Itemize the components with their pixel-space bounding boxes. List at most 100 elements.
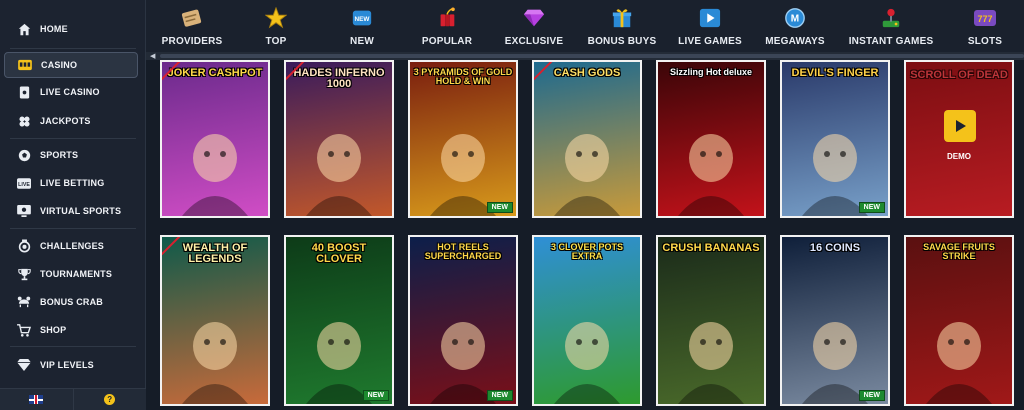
demo-label: DEMO (947, 152, 971, 161)
sidebar-item-live-betting[interactable]: LIVE LIVE BETTING (4, 170, 138, 196)
slots-777-icon: 777 (973, 6, 997, 30)
tab-label: PROVIDERS (161, 36, 223, 47)
game-character-art (182, 322, 248, 404)
help-icon: ? (104, 394, 116, 405)
tab-bonus-buys[interactable]: BONUS BUYS (587, 6, 657, 48)
cart-icon (16, 322, 32, 338)
tab-providers[interactable]: PROVIDERS (161, 6, 223, 48)
sidebar-item-label: CASINO (41, 60, 78, 70)
game-tile[interactable]: 3 CLOVER POTS EXTRA (532, 235, 642, 406)
game-tile[interactable]: HOT REELS SUPERCHARGED NEW (408, 235, 518, 406)
game-character-art (802, 134, 868, 216)
game-title: HADES INFERNO 1000 (293, 67, 385, 90)
new-badge: NEW (486, 390, 513, 401)
tab-top[interactable]: TOP (258, 6, 294, 48)
tab-label: EXCLUSIVE (504, 36, 564, 47)
tab-label: POPULAR (421, 36, 473, 47)
game-tile[interactable]: Sizzling Hot deluxe (656, 60, 766, 218)
game-character-art (926, 322, 992, 404)
tab-slots[interactable]: 777 SLOTS (968, 6, 1002, 48)
crab-icon (16, 294, 32, 310)
sidebar-item-home[interactable]: HOME (4, 16, 138, 42)
tab-popular[interactable]: POPULAR (422, 6, 472, 48)
game-tile[interactable]: HADES INFERNO 1000 (284, 60, 394, 218)
demo-play-button[interactable] (944, 110, 976, 142)
sidebar-item-tournaments[interactable]: TOURNAMENTS (4, 261, 138, 287)
divider (10, 228, 136, 229)
tab-instant-games[interactable]: INSTANT GAMES (849, 6, 933, 48)
new-badge-icon: NEW (351, 6, 373, 30)
sidebar-item-bonus-crab[interactable]: BONUS CRAB (4, 289, 138, 315)
sidebar-item-label: HOME (40, 24, 68, 34)
game-tile[interactable]: SAVAGE FRUITS STRIKE (904, 235, 1014, 406)
game-tile[interactable]: SCROLL OF DEAD DEMO (904, 60, 1014, 218)
casino-app: HOME CASINO LIVE CASINO JACKPOTS SPORTS … (0, 0, 1024, 410)
category-scrollbar[interactable]: ◀ (146, 52, 1024, 60)
sidebar-item-challenges[interactable]: CHALLENGES (4, 233, 138, 259)
game-tile[interactable]: CASH GODS (532, 60, 642, 218)
new-badge: NEW (362, 390, 389, 401)
tab-label: INSTANT GAMES (848, 36, 934, 47)
tab-label: MEGAWAYS (765, 36, 825, 47)
game-title: 3 CLOVER POTS EXTRA (550, 242, 623, 261)
scrollbar-thumb[interactable] (160, 54, 1024, 58)
sidebar-footer: ? (0, 388, 146, 410)
scroll-left-icon[interactable]: ◀ (150, 52, 155, 60)
tab-exclusive[interactable]: EXCLUSIVE (504, 6, 564, 48)
game-tile[interactable]: 3 PYRAMIDS OF GOLD HOLD & WIN NEW (408, 60, 518, 218)
game-tile[interactable]: 40 BOOST CLOVER NEW (284, 235, 394, 406)
divider (10, 48, 136, 49)
play-icon (699, 6, 721, 30)
tab-label: SLOTS (967, 36, 1003, 47)
game-title: CASH GODS (553, 67, 621, 79)
game-tile[interactable]: DEVIL'S FINGER NEW (780, 60, 890, 218)
game-character-art (430, 134, 496, 216)
play-icon (956, 120, 966, 132)
live-icon: LIVE (16, 175, 32, 191)
diamond-icon (16, 357, 32, 373)
new-badge: NEW (858, 202, 885, 213)
category-bar: PROVIDERS TOP NEW NEW POPULAR EXCLUSIVE … (146, 0, 1024, 52)
game-tile[interactable]: JOKER CASHPOT (160, 60, 270, 218)
game-title: Sizzling Hot deluxe (669, 67, 752, 77)
tab-label: BONUS BUYS (587, 36, 657, 47)
game-title: WEALTH OF LEGENDS (182, 242, 248, 265)
game-character-art (678, 134, 744, 216)
language-button[interactable] (0, 389, 73, 410)
sidebar-item-sports[interactable]: SPORTS (4, 142, 138, 168)
virtual-sports-icon (16, 203, 32, 219)
sidebar-item-shop[interactable]: SHOP (4, 317, 138, 343)
game-tile[interactable]: WEALTH OF LEGENDS (160, 235, 270, 406)
game-title: CRUSH BANANAS (662, 242, 760, 254)
dynamite-icon (436, 6, 458, 30)
clover-icon (16, 113, 32, 129)
game-grid: JOKER CASHPOT HADES INFERNO 1000 3 PYRAMID… (160, 60, 1024, 410)
uk-flag-icon (29, 395, 44, 404)
scroll-icon (180, 6, 204, 30)
game-character-art (554, 322, 620, 404)
sidebar-item-label: LIVE CASINO (40, 87, 100, 97)
sidebar-item-jackpots[interactable]: JACKPOTS (4, 108, 138, 134)
game-character-art (306, 322, 372, 404)
sidebar-item-label: LIVE BETTING (40, 178, 105, 188)
gem-icon (523, 6, 545, 30)
tab-new[interactable]: NEW NEW (344, 6, 380, 48)
svg-text:M: M (791, 14, 799, 25)
tab-live-games[interactable]: LIVE GAMES (678, 6, 742, 48)
sidebar-item-casino[interactable]: CASINO (4, 52, 138, 78)
game-title: SAVAGE FRUITS STRIKE (923, 242, 995, 261)
star-icon (265, 6, 287, 30)
tab-megaways[interactable]: M MEGAWAYS (765, 6, 825, 48)
svg-text:NEW: NEW (355, 16, 371, 23)
home-icon (16, 21, 32, 37)
help-button[interactable]: ? (72, 389, 146, 410)
svg-text:LIVE: LIVE (18, 182, 30, 188)
game-tile[interactable]: 16 COINS NEW (780, 235, 890, 406)
game-tile[interactable]: CRUSH BANANAS (656, 235, 766, 406)
sidebar-item-vip-levels[interactable]: VIP LEVELS (4, 352, 138, 378)
trophy-icon (16, 266, 32, 282)
divider (10, 346, 136, 347)
sidebar-item-live-casino[interactable]: LIVE CASINO (4, 79, 138, 105)
sidebar-item-virtual-sports[interactable]: VIRTUAL SPORTS (4, 198, 138, 224)
tab-label: TOP (265, 36, 287, 47)
